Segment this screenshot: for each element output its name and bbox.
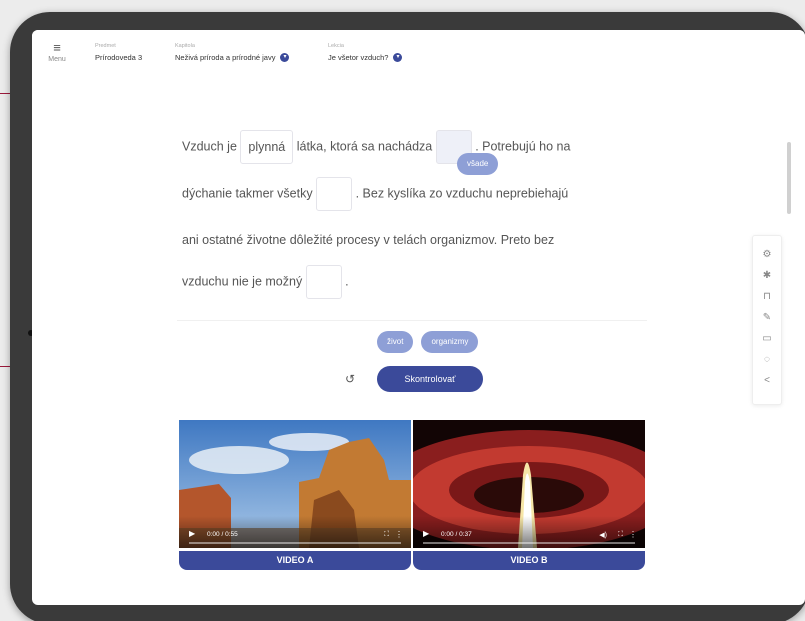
breadcrumb-subject[interactable]: Predmet Prírodoveda 3 bbox=[95, 43, 142, 62]
side-toolbar: ⚙ ✱ ⊓ ✎ ▭ ◌ < bbox=[752, 235, 782, 405]
answer-gap-filled[interactable]: plynná bbox=[240, 130, 294, 164]
video-time: 0:00 / 0:37 bbox=[441, 531, 472, 538]
video-progress-track[interactable] bbox=[189, 542, 401, 544]
video-player-a[interactable]: ▶ 0:00 / 0:55 ⛶ ⋮ bbox=[179, 420, 411, 548]
video-b-label[interactable]: VIDEO B bbox=[413, 551, 645, 570]
bookmark-icon[interactable]: ⊓ bbox=[753, 286, 781, 307]
chevron-down-icon[interactable]: ▾ bbox=[280, 53, 290, 62]
word-chip[interactable]: život bbox=[377, 331, 414, 353]
share-icon[interactable]: < bbox=[753, 370, 781, 391]
exercise-line-2: dýchanie takmer všetky . Bez kyslíka zo … bbox=[182, 177, 568, 211]
exercise-line-4: vzduchu nie je možný . bbox=[182, 265, 349, 299]
hamburger-icon: ≡ bbox=[53, 40, 61, 55]
more-icon[interactable]: ⋮ bbox=[395, 530, 403, 539]
video-progress-track[interactable] bbox=[423, 542, 635, 544]
check-button[interactable]: Skontrolovať bbox=[377, 366, 483, 392]
exercise-line-1: Vzduch je plynná látka, ktorá sa nachádz… bbox=[182, 130, 570, 164]
play-icon[interactable]: ▶ bbox=[189, 529, 195, 538]
menu-button[interactable]: ≡ Menu bbox=[42, 40, 72, 63]
fullscreen-icon[interactable]: ⛶ bbox=[384, 531, 389, 539]
sentence-text: dýchanie takmer všetky bbox=[182, 186, 313, 201]
fullscreen-icon[interactable]: ⛶ bbox=[618, 531, 623, 539]
breadcrumb-caption: Kapitola bbox=[175, 43, 195, 49]
reset-icon[interactable]: ↺ bbox=[345, 372, 355, 386]
divider bbox=[177, 320, 647, 321]
video-time: 0:00 / 0:55 bbox=[207, 531, 238, 538]
breadcrumb-value: Je všetor vzduch? bbox=[328, 53, 389, 62]
sentence-text: ani ostatné životne dôležité procesy v t… bbox=[182, 233, 555, 247]
fill-in-exercise: Vzduch je plynná látka, ktorá sa nachádz… bbox=[172, 115, 650, 315]
breadcrumb-caption: Lekcia bbox=[328, 43, 344, 49]
video-player-b[interactable]: ▶ 0:00 / 0:37 ◀) ⛶ ⋮ bbox=[413, 420, 645, 548]
exercise-line-3: ani ostatné životne dôležité procesy v t… bbox=[182, 233, 554, 247]
breadcrumb-caption: Predmet bbox=[95, 43, 116, 49]
target-icon[interactable]: ◌ bbox=[753, 349, 781, 370]
answer-gap[interactable] bbox=[305, 265, 342, 299]
pencil-icon[interactable]: ✎ bbox=[753, 307, 781, 328]
answer-gap[interactable] bbox=[316, 177, 353, 211]
breadcrumb-lesson[interactable]: Lekcia Je všetor vzduch? ▾ bbox=[328, 43, 403, 62]
dragged-word-chip[interactable]: všade bbox=[457, 153, 499, 175]
app-screen: ≡ Menu Predmet Prírodoveda 3 Kapitola Ne… bbox=[32, 30, 805, 605]
word-bank: život organizmy bbox=[377, 331, 479, 353]
sentence-text: . Bez kyslíka zo vzduchu neprebiehajú bbox=[355, 186, 569, 201]
gear-icon[interactable]: ⚙ bbox=[753, 244, 781, 265]
sentence-text: . Potrebujú ho na bbox=[475, 139, 571, 154]
sentence-text: látka, ktorá sa nachádza bbox=[296, 139, 433, 154]
volume-icon[interactable]: ◀) bbox=[599, 531, 607, 539]
video-controls: ▶ 0:00 / 0:37 ◀) ⛶ ⋮ bbox=[413, 516, 645, 548]
stage: ≡ Menu Predmet Prírodoveda 3 Kapitola Ne… bbox=[0, 0, 805, 621]
word-chip[interactable]: organizmy bbox=[421, 331, 479, 353]
video-a-label[interactable]: VIDEO A bbox=[179, 551, 411, 570]
menu-label: Menu bbox=[48, 56, 66, 63]
video-controls: ▶ 0:00 / 0:55 ⛶ ⋮ bbox=[179, 516, 411, 548]
top-bar: ≡ Menu Predmet Prírodoveda 3 Kapitola Ne… bbox=[32, 30, 805, 82]
sentence-text: vzduchu nie je možný bbox=[182, 274, 303, 289]
more-icon[interactable]: ⋮ bbox=[629, 530, 637, 539]
breadcrumb-value: Neživá príroda a prírodné javy bbox=[175, 53, 276, 62]
breadcrumb-value: Prírodoveda 3 bbox=[95, 53, 143, 62]
play-icon[interactable]: ▶ bbox=[423, 529, 429, 538]
chevron-down-icon[interactable]: ▾ bbox=[393, 53, 403, 62]
screen-icon[interactable]: ▭ bbox=[753, 328, 781, 349]
sentence-text: . bbox=[345, 274, 349, 289]
breadcrumb-chapter[interactable]: Kapitola Neživá príroda a prírodné javy ▾ bbox=[175, 43, 290, 62]
accessibility-icon[interactable]: ✱ bbox=[753, 265, 781, 286]
scrollbar[interactable] bbox=[787, 142, 791, 214]
sentence-text: Vzduch je bbox=[182, 139, 237, 154]
